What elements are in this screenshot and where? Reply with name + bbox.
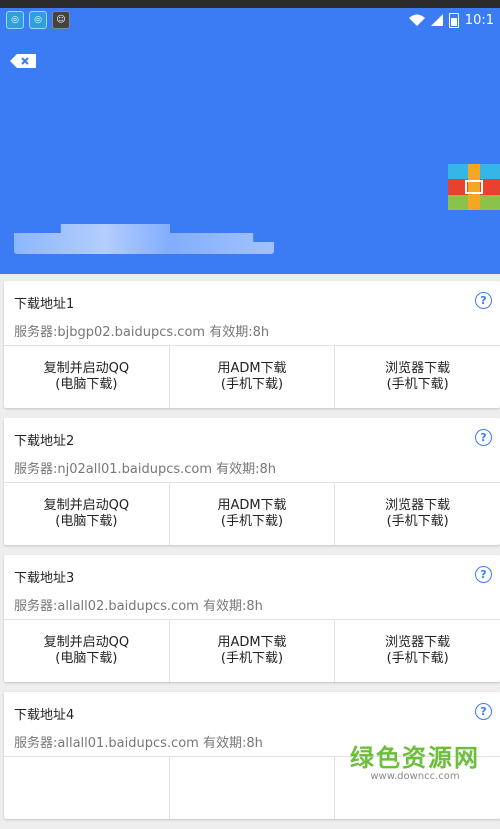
wifi-icon (408, 14, 425, 26)
copy-launch-qq-button[interactable]: 复制并启动QQ (电脑下载) (4, 346, 170, 408)
back-icon[interactable] (10, 54, 36, 68)
download-title: 下载地址1 (14, 297, 75, 312)
adm-download-button[interactable] (170, 757, 336, 819)
download-card: 下载地址2 ? 服务器:nj02all01.baidupcs.com 有效期:8… (4, 418, 500, 545)
app-notification-icon: ◎ (29, 11, 47, 29)
download-title: 下载地址3 (14, 571, 75, 586)
app-notification-icon: ◎ (6, 11, 24, 29)
archive-file-icon (448, 164, 500, 210)
download-card: 下载地址1 ? 服务器:bjbgp02.baidupcs.com 有效期:8h … (4, 281, 500, 408)
file-header (0, 34, 500, 274)
clock: 10:1 (464, 12, 494, 28)
server-info: 服务器:nj02all01.baidupcs.com 有效期:8h (14, 462, 277, 477)
browser-download-button[interactable]: 浏览器下载 (手机下载) (335, 620, 500, 682)
notification-icons: ◎ ◎ ☺ (6, 11, 70, 29)
bot-notification-icon: ☺ (52, 11, 70, 29)
watermark-title: 绿色资源网 (350, 744, 480, 772)
signal-icon (430, 14, 443, 26)
system-indicators: 10:1 (408, 12, 494, 28)
action-row: 复制并启动QQ (电脑下载) 用ADM下载 (手机下载) 浏览器下载 (手机下载… (4, 482, 500, 545)
copy-launch-qq-button[interactable] (4, 757, 170, 819)
server-info: 服务器:bjbgp02.baidupcs.com 有效期:8h (14, 325, 270, 340)
copy-launch-qq-button[interactable]: 复制并启动QQ (电脑下载) (4, 483, 170, 545)
browser-download-button[interactable]: 浏览器下载 (手机下载) (335, 483, 500, 545)
download-card: 下载地址3 ? 服务器:allall02.baidupcs.com 有效期:8h… (4, 555, 500, 682)
help-icon[interactable]: ? (475, 292, 492, 309)
action-row: 复制并启动QQ (电脑下载) 用ADM下载 (手机下载) 浏览器下载 (手机下载… (4, 619, 500, 682)
help-icon[interactable]: ? (475, 429, 492, 446)
download-title: 下载地址2 (14, 434, 75, 449)
adm-download-button[interactable]: 用ADM下载 (手机下载) (170, 483, 336, 545)
server-info: 服务器:allall02.baidupcs.com 有效期:8h (14, 599, 263, 614)
download-title: 下载地址4 (14, 708, 75, 723)
status-bar-top-strip (0, 0, 500, 8)
battery-icon (448, 12, 459, 28)
blurred-file-name (14, 224, 274, 254)
action-row: 复制并启动QQ (电脑下载) 用ADM下载 (手机下载) 浏览器下载 (手机下载… (4, 345, 500, 408)
help-icon[interactable]: ? (475, 703, 492, 720)
help-icon[interactable]: ? (475, 566, 492, 583)
copy-launch-qq-button[interactable]: 复制并启动QQ (电脑下载) (4, 620, 170, 682)
watermark: 绿色资源网 www.downcc.com (350, 738, 480, 782)
adm-download-button[interactable]: 用ADM下载 (手机下载) (170, 346, 336, 408)
browser-download-button[interactable]: 浏览器下载 (手机下载) (335, 346, 500, 408)
adm-download-button[interactable]: 用ADM下载 (手机下载) (170, 620, 336, 682)
